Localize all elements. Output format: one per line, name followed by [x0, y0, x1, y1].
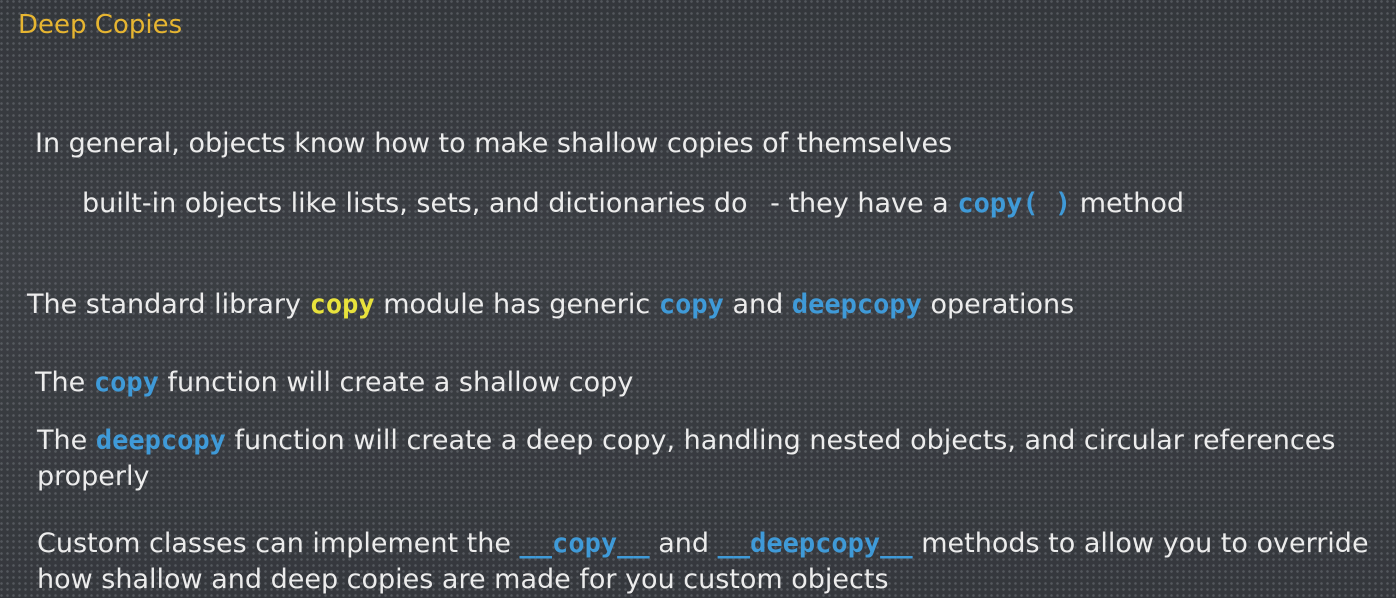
bullet-text-pre: Custom classes can implement the: [37, 528, 511, 559]
bullet-text-mid: - they have a: [770, 188, 949, 219]
bullet-text-pre: The: [35, 367, 86, 398]
bullet-builtin-copy-method: built-in objects like lists, sets, and d…: [82, 186, 1184, 222]
bullet-copy-function: The copy function will create a shallow …: [35, 365, 633, 401]
bullet-shallow-copies: In general, objects know how to make sha…: [35, 126, 952, 162]
code-copy-method: copy( ): [957, 188, 1072, 219]
bullet-custom-dunder-methods: Custom classes can implement the __copy_…: [37, 526, 1387, 598]
bullet-text-pre: The standard library: [27, 289, 302, 320]
bullet-text: In general, objects know how to make sha…: [35, 128, 953, 159]
slide-title: Deep Copies: [18, 10, 183, 40]
code-dunder-deepcopy: __deepcopy__: [717, 528, 913, 559]
bullet-text-mid: and: [658, 528, 709, 559]
bullet-text-post: operations: [930, 289, 1075, 320]
code-copy-op: copy: [658, 289, 724, 320]
bullet-text-post: function will create a shallow copy: [167, 367, 634, 398]
bullet-deepcopy-function: The deepcopy function will create a deep…: [37, 423, 1337, 495]
bullet-text-post: function will create a deep copy, handli…: [37, 425, 1336, 492]
slide: { "slide": { "title": "Deep Copies", "ti…: [0, 0, 1396, 595]
bullet-copy-module: The standard library copy module has gen…: [27, 287, 1074, 323]
code-deepcopy-op: deepcopy: [791, 289, 922, 320]
bullet-text-pre: The: [37, 425, 88, 456]
code-copy-module: copy: [309, 289, 375, 320]
bullet-text-mid2: and: [732, 289, 784, 320]
bullet-text-mid1: module has generic: [383, 289, 651, 320]
code-deepcopy-function: deepcopy: [95, 425, 226, 456]
bullet-text-pre: built-in objects like lists, sets, and d…: [82, 188, 748, 219]
code-dunder-copy: __copy__: [519, 528, 650, 559]
bullet-text-post: method: [1079, 188, 1184, 219]
code-copy-function: copy: [93, 367, 159, 398]
